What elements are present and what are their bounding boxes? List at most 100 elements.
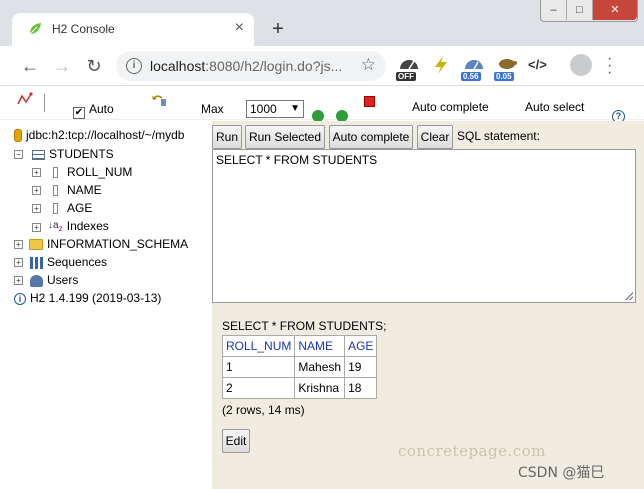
ext-badge: 0.56: [461, 72, 481, 81]
back-arrow-icon[interactable]: ←: [18, 55, 42, 77]
speedometer-icon[interactable]: 0.56: [461, 55, 485, 81]
turtle-icon[interactable]: 0.05: [494, 55, 518, 81]
h2-version: H2 1.4.199 (2019-03-13): [30, 291, 162, 305]
tree-column-age[interactable]: + AGE: [32, 199, 92, 217]
tab-title: H2 Console: [52, 22, 115, 36]
window-controls: – □ ✕: [540, 0, 638, 22]
table-cell: 18: [344, 377, 378, 399]
column-header-roll-num[interactable]: ROLL_NUM: [221, 335, 296, 357]
forward-arrow-icon[interactable]: →: [50, 55, 74, 77]
column-name: NAME: [67, 183, 102, 197]
table-cell: 2: [221, 377, 296, 399]
folder-icon: [29, 239, 43, 251]
auto-complete-button[interactable]: Auto complete: [329, 125, 413, 149]
expand-icon[interactable]: +: [14, 258, 23, 268]
toolbar-separator: [44, 94, 45, 112]
maximize-button[interactable]: □: [567, 0, 593, 20]
sql-text: SELECT * FROM STUDENTS: [216, 153, 378, 167]
close-window-button[interactable]: ✕: [593, 0, 637, 20]
result-table: ROLL_NUM NAME AGE 1 Mahesh 19 2 Krishna …: [221, 335, 378, 399]
code-icon[interactable]: </>: [528, 55, 550, 79]
result-meta: (2 rows, 14 ms): [222, 403, 305, 417]
schema-tree: jdbc:h2:tcp://localhost/~/mydb − STUDENTS…: [0, 121, 212, 489]
query-panel: Run Run Selected Auto complete Clear SQL…: [212, 121, 644, 489]
info-icon: i: [14, 292, 26, 305]
disconnect-icon[interactable]: [16, 92, 34, 106]
max-rows-select[interactable]: 1000 ▼: [246, 100, 304, 118]
result-header-row: ROLL_NUM NAME AGE: [221, 335, 378, 357]
table-icon: [32, 149, 45, 160]
clear-button[interactable]: Clear: [417, 125, 453, 149]
table-name: STUDENTS: [49, 147, 114, 161]
sequences-label: Sequences: [47, 255, 108, 269]
resize-handle-icon[interactable]: [625, 292, 633, 300]
expand-icon[interactable]: +: [32, 222, 41, 232]
tree-column-name[interactable]: + NAME: [32, 181, 102, 199]
edit-button[interactable]: Edit: [222, 429, 250, 453]
column-name: ROLL_NUM: [67, 165, 133, 179]
database-icon: [14, 129, 22, 143]
users-icon: [30, 274, 43, 287]
reload-icon[interactable]: ↻: [82, 55, 106, 77]
chevron-down-icon: ▼: [290, 103, 300, 114]
column-icon: [53, 203, 58, 215]
sql-statement-label: SQL statement:: [457, 129, 540, 143]
h2-leaf-icon: [29, 23, 41, 35]
browser-toolbar: ← → ↻ i localhost:8080/h2/login.do?js...…: [0, 46, 644, 86]
run-selected-button[interactable]: Run Selected: [245, 125, 325, 149]
stop-icon[interactable]: [364, 96, 375, 107]
site-info-icon[interactable]: i: [126, 58, 142, 74]
speed-off-icon[interactable]: OFF: [396, 55, 420, 81]
tree-item-information-schema[interactable]: + INFORMATION_SCHEMA: [14, 235, 188, 253]
run-button[interactable]: Run: [212, 125, 242, 149]
auto-commit-checkbox[interactable]: ✔: [73, 107, 85, 119]
table-row: 1 Mahesh 19: [221, 356, 378, 378]
users-label: Users: [47, 273, 79, 287]
tab-close-icon[interactable]: ×: [235, 19, 244, 37]
site-watermark: concretepage.com: [398, 442, 546, 460]
tree-item-users[interactable]: + Users: [14, 271, 78, 289]
lightning-icon[interactable]: [432, 55, 454, 79]
column-icon: [53, 185, 58, 197]
expand-icon[interactable]: +: [32, 186, 41, 196]
tree-item-sequences[interactable]: + Sequences: [14, 253, 107, 271]
address-bar[interactable]: i localhost:8080/h2/login.do?js... ☆: [116, 51, 386, 81]
indexes-label: Indexes: [66, 219, 109, 234]
url-host: localhost: [150, 58, 206, 74]
profile-avatar[interactable]: [570, 54, 592, 76]
browser-menu-icon[interactable]: · · ·: [607, 51, 612, 81]
tree-version: i H2 1.4.199 (2019-03-13): [14, 289, 161, 307]
tree-column-roll-num[interactable]: + ROLL_NUM: [32, 163, 132, 181]
ext-badge: OFF: [396, 72, 416, 81]
column-header-name[interactable]: NAME: [294, 335, 346, 357]
browser-tab[interactable]: H2 Console ×: [12, 13, 254, 46]
minimize-button[interactable]: –: [541, 0, 567, 20]
auto-select-label: Auto select: [525, 100, 585, 114]
ext-badge: 0.05: [494, 72, 514, 81]
tree-item-students[interactable]: − STUDENTS: [14, 145, 114, 163]
information-schema-label: INFORMATION_SCHEMA: [47, 237, 189, 251]
table-cell: 1: [221, 356, 296, 378]
table-cell: Mahesh: [294, 356, 346, 378]
expand-icon[interactable]: +: [14, 276, 23, 286]
table-row: 2 Krishna 18: [221, 377, 378, 399]
max-rows-value: 1000: [250, 102, 277, 116]
new-tab-button[interactable]: +: [264, 16, 292, 44]
expand-icon[interactable]: +: [32, 168, 41, 178]
collapse-icon[interactable]: −: [14, 150, 23, 160]
url-text: localhost:8080/h2/login.do?js...: [150, 58, 342, 74]
expand-icon[interactable]: +: [14, 240, 23, 250]
column-name: AGE: [67, 201, 93, 215]
tree-connection[interactable]: jdbc:h2:tcp://localhost/~/mydb: [14, 126, 184, 144]
rollback-icon[interactable]: [150, 93, 168, 107]
csdn-watermark: CSDN @猫巳: [518, 465, 605, 481]
sql-editor[interactable]: SELECT * FROM STUDENTS: [212, 149, 636, 303]
expand-icon[interactable]: +: [32, 204, 41, 214]
column-header-age[interactable]: AGE: [344, 335, 378, 357]
table-cell: Krishna: [294, 377, 346, 399]
auto-complete-label: Auto complete: [412, 100, 489, 114]
tree-item-indexes[interactable]: + ↓az Indexes: [32, 217, 109, 235]
sequences-icon: [30, 256, 43, 269]
result-query-title: SELECT * FROM STUDENTS;: [222, 319, 387, 333]
bookmark-star-icon[interactable]: ☆: [361, 55, 376, 75]
